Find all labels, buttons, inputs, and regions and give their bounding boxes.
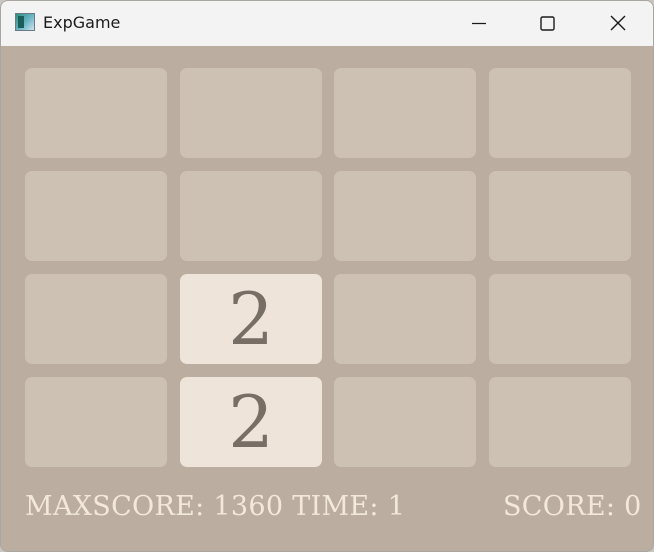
tile-value bbox=[334, 377, 476, 467]
board-tile-r3-c3 bbox=[489, 377, 631, 467]
tile-value bbox=[180, 68, 322, 158]
close-icon bbox=[610, 15, 626, 31]
game-board[interactable]: 2 2 MAXSCORE: 1360 TIME: 1 SCORE: 0 bbox=[1, 46, 653, 551]
time-value: 1 bbox=[387, 491, 406, 522]
tile-value: 2 bbox=[228, 277, 274, 361]
board-tile-r1-c3 bbox=[489, 171, 631, 261]
board-tile-r1-c0 bbox=[25, 171, 167, 261]
board-tile-r1-c1 bbox=[180, 171, 322, 261]
tile-value bbox=[489, 171, 631, 261]
window-title: ExpGame bbox=[43, 13, 121, 32]
tile-value bbox=[25, 171, 167, 261]
board-tile-r0-c3 bbox=[489, 68, 631, 158]
board-tile-r2-c2 bbox=[334, 274, 476, 364]
game-window: ExpGame 2 2 MAXSCORE: 1360 TIME: 1 SCORE… bbox=[0, 0, 654, 552]
max-score-time-status: MAXSCORE: 1360 TIME: 1 bbox=[25, 490, 405, 524]
maximize-icon bbox=[540, 16, 555, 31]
tile-value bbox=[489, 377, 631, 467]
max-score-label: MAXSCORE: bbox=[25, 491, 205, 522]
board-tile-r1-c2 bbox=[334, 171, 476, 261]
tile-value bbox=[25, 377, 167, 467]
score-value: 0 bbox=[624, 491, 642, 522]
board-tile-r3-c0 bbox=[25, 377, 167, 467]
app-window-icon bbox=[15, 13, 35, 31]
tile-value bbox=[489, 68, 631, 158]
tile-value bbox=[334, 171, 476, 261]
close-button[interactable] bbox=[583, 1, 653, 46]
board-tile-r3-c1: 2 bbox=[180, 377, 322, 467]
tile-value bbox=[25, 274, 167, 364]
minimize-button[interactable] bbox=[444, 1, 514, 46]
tile-value bbox=[489, 274, 631, 364]
tile-value bbox=[180, 171, 322, 261]
board-tile-r0-c2 bbox=[334, 68, 476, 158]
board-tile-r0-c0 bbox=[25, 68, 167, 158]
board-tile-r2-c1: 2 bbox=[180, 274, 322, 364]
board-tile-r3-c2 bbox=[334, 377, 476, 467]
max-score-value: 1360 bbox=[213, 491, 284, 522]
board-tile-r2-c3 bbox=[489, 274, 631, 364]
score-status: SCORE: 0 bbox=[503, 490, 642, 524]
maximize-button[interactable] bbox=[512, 1, 582, 46]
tile-value bbox=[25, 68, 167, 158]
title-bar[interactable]: ExpGame bbox=[1, 1, 653, 46]
minimize-icon bbox=[472, 22, 486, 25]
tile-value bbox=[334, 274, 476, 364]
board-tile-r2-c0 bbox=[25, 274, 167, 364]
tile-value: 2 bbox=[228, 380, 274, 464]
board-tile-r0-c1 bbox=[180, 68, 322, 158]
score-label: SCORE: bbox=[503, 491, 616, 522]
time-label: TIME: bbox=[292, 491, 379, 522]
tile-value bbox=[334, 68, 476, 158]
